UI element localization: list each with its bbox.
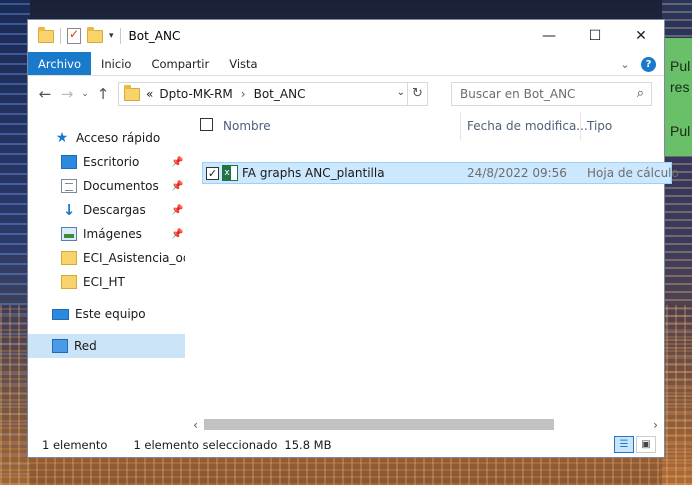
breadcrumb-bot-anc[interactable]: Bot_ANC (254, 87, 306, 101)
pin-icon[interactable]: 📌 (171, 157, 183, 168)
breadcrumb-dpto[interactable]: Dpto-MK-RM (159, 87, 232, 101)
file-row[interactable]: ✓ FA graphs ANC_plantilla 24/8/2022 09:5… (202, 162, 679, 184)
ribbon-tabs: Archivo Inicio Compartir Vista ⌄ ? (28, 52, 664, 76)
row-checkbox[interactable]: ✓ (206, 166, 219, 180)
column-type[interactable]: Tipo (587, 119, 612, 133)
tab-inicio[interactable]: Inicio (91, 52, 141, 75)
up-arrow-icon[interactable]: ↑ (92, 85, 114, 103)
file-name[interactable]: FA graphs ANC_plantilla (242, 166, 385, 180)
main-content: ★ Acceso rápido Escritorio 📌 Documentos … (28, 112, 679, 434)
documents-icon (61, 179, 77, 193)
folder-icon (61, 251, 77, 265)
tab-compartir[interactable]: Compartir (141, 52, 219, 75)
forward-arrow-icon[interactable]: → (56, 85, 78, 103)
maximize-button[interactable]: ☐ (572, 20, 618, 52)
tab-archivo[interactable]: Archivo (28, 52, 91, 75)
folder-icon (124, 84, 140, 101)
column-date[interactable]: Fecha de modifica... (467, 119, 588, 133)
tab-vista[interactable]: Vista (219, 52, 267, 75)
new-folder-icon[interactable] (87, 26, 103, 43)
search-placeholder: Buscar en Bot_ANC (460, 87, 576, 101)
close-button[interactable]: ✕ (618, 20, 664, 52)
nav-item-eci-ht[interactable]: ECI_HT (28, 270, 185, 294)
quick-access-toolbar: ▾ (28, 26, 121, 44)
toast-line-2: res (670, 79, 690, 95)
minimize-button[interactable]: — (526, 20, 572, 52)
pictures-icon (61, 227, 77, 241)
network-icon (52, 339, 68, 353)
folder-icon (61, 275, 77, 289)
chevron-right-icon[interactable]: › (241, 87, 246, 101)
nav-network[interactable]: Red (28, 334, 185, 358)
select-all-checkbox[interactable] (200, 118, 213, 131)
nav-item-descargas[interactable]: ↓ Descargas 📌 (28, 198, 185, 222)
status-bar: 1 elemento 1 elemento seleccionado 15.8 … (28, 432, 664, 457)
file-type: Hoja de cálculo (587, 166, 679, 180)
status-selected: 1 elemento seleccionado (133, 437, 278, 452)
status-size: 15.8 MB (284, 437, 332, 452)
nav-this-pc[interactable]: Este equipo (28, 302, 185, 326)
pin-icon[interactable]: 📌 (171, 229, 183, 240)
scroll-thumb[interactable] (204, 419, 554, 430)
downloads-icon: ↓ (62, 201, 76, 219)
address-row: ← → ⌄ ↑ « Dpto-MK-RM › Bot_ANC ⌄ ↻ Busca… (28, 76, 664, 112)
computer-icon (52, 308, 69, 320)
scroll-track[interactable] (204, 416, 647, 433)
recent-locations-icon[interactable]: ⌄ (78, 89, 92, 99)
scroll-left-icon[interactable]: ‹ (187, 418, 204, 432)
toast-line-3: Pul (670, 123, 691, 139)
pin-icon[interactable]: 📌 (171, 181, 183, 192)
details-view-icon[interactable]: ☰ (614, 436, 634, 453)
excel-file-icon (222, 165, 238, 181)
column-headers: Nombre Fecha de modifica... Tipo (187, 112, 664, 140)
overflow-crumb-icon[interactable]: « (146, 87, 153, 101)
address-dropdown-icon[interactable]: ⌄ (397, 87, 405, 98)
properties-icon[interactable] (67, 27, 81, 44)
window-controls: — ☐ ✕ (526, 20, 664, 52)
address-bar[interactable]: « Dpto-MK-RM › Bot_ANC ⌄ ↻ (118, 82, 428, 106)
expand-ribbon-icon[interactable]: ⌄ (613, 58, 637, 71)
title-bar[interactable]: ▾ Bot_ANC — ☐ ✕ (28, 20, 664, 52)
horizontal-scrollbar[interactable]: ‹ › (187, 416, 664, 433)
folder-icon (38, 26, 54, 43)
nav-quick-access[interactable]: ★ Acceso rápido (28, 126, 185, 150)
nav-item-eci-asistencia[interactable]: ECI_Asistencia_odoo (28, 246, 185, 270)
search-icon[interactable]: ⌕ (637, 86, 644, 101)
nav-item-imagenes[interactable]: Imágenes 📌 (28, 222, 185, 246)
toast-line-1: Pul (670, 58, 691, 74)
large-icons-view-icon[interactable]: ▣ (636, 436, 656, 453)
refresh-icon[interactable]: ↻ (407, 83, 427, 105)
navigation-pane: ★ Acceso rápido Escritorio 📌 Documentos … (28, 112, 185, 434)
help-icon[interactable]: ? (641, 56, 656, 72)
nav-item-documentos[interactable]: Documentos 📌 (28, 174, 185, 198)
explorer-window: ▾ Bot_ANC — ☐ ✕ Archivo Inicio Compartir… (27, 19, 679, 458)
desktop-icon (61, 155, 77, 169)
scroll-right-icon[interactable]: › (647, 418, 664, 432)
nav-item-escritorio[interactable]: Escritorio 📌 (28, 150, 185, 174)
customize-toolbar-icon[interactable]: ▾ (109, 31, 114, 41)
back-arrow-icon[interactable]: ← (34, 85, 56, 103)
search-input[interactable]: Buscar en Bot_ANC ⌕ (451, 82, 652, 106)
window-title: Bot_ANC (128, 29, 181, 43)
file-list: Nombre Fecha de modifica... Tipo ✓ FA gr… (187, 112, 679, 434)
file-date: 24/8/2022 09:56 (467, 166, 567, 180)
pin-icon[interactable]: 📌 (171, 205, 183, 216)
star-icon: ★ (55, 130, 69, 146)
status-count: 1 elemento (42, 437, 108, 452)
column-name[interactable]: Nombre (223, 119, 271, 133)
view-toggle: ☰ ▣ (614, 436, 656, 453)
